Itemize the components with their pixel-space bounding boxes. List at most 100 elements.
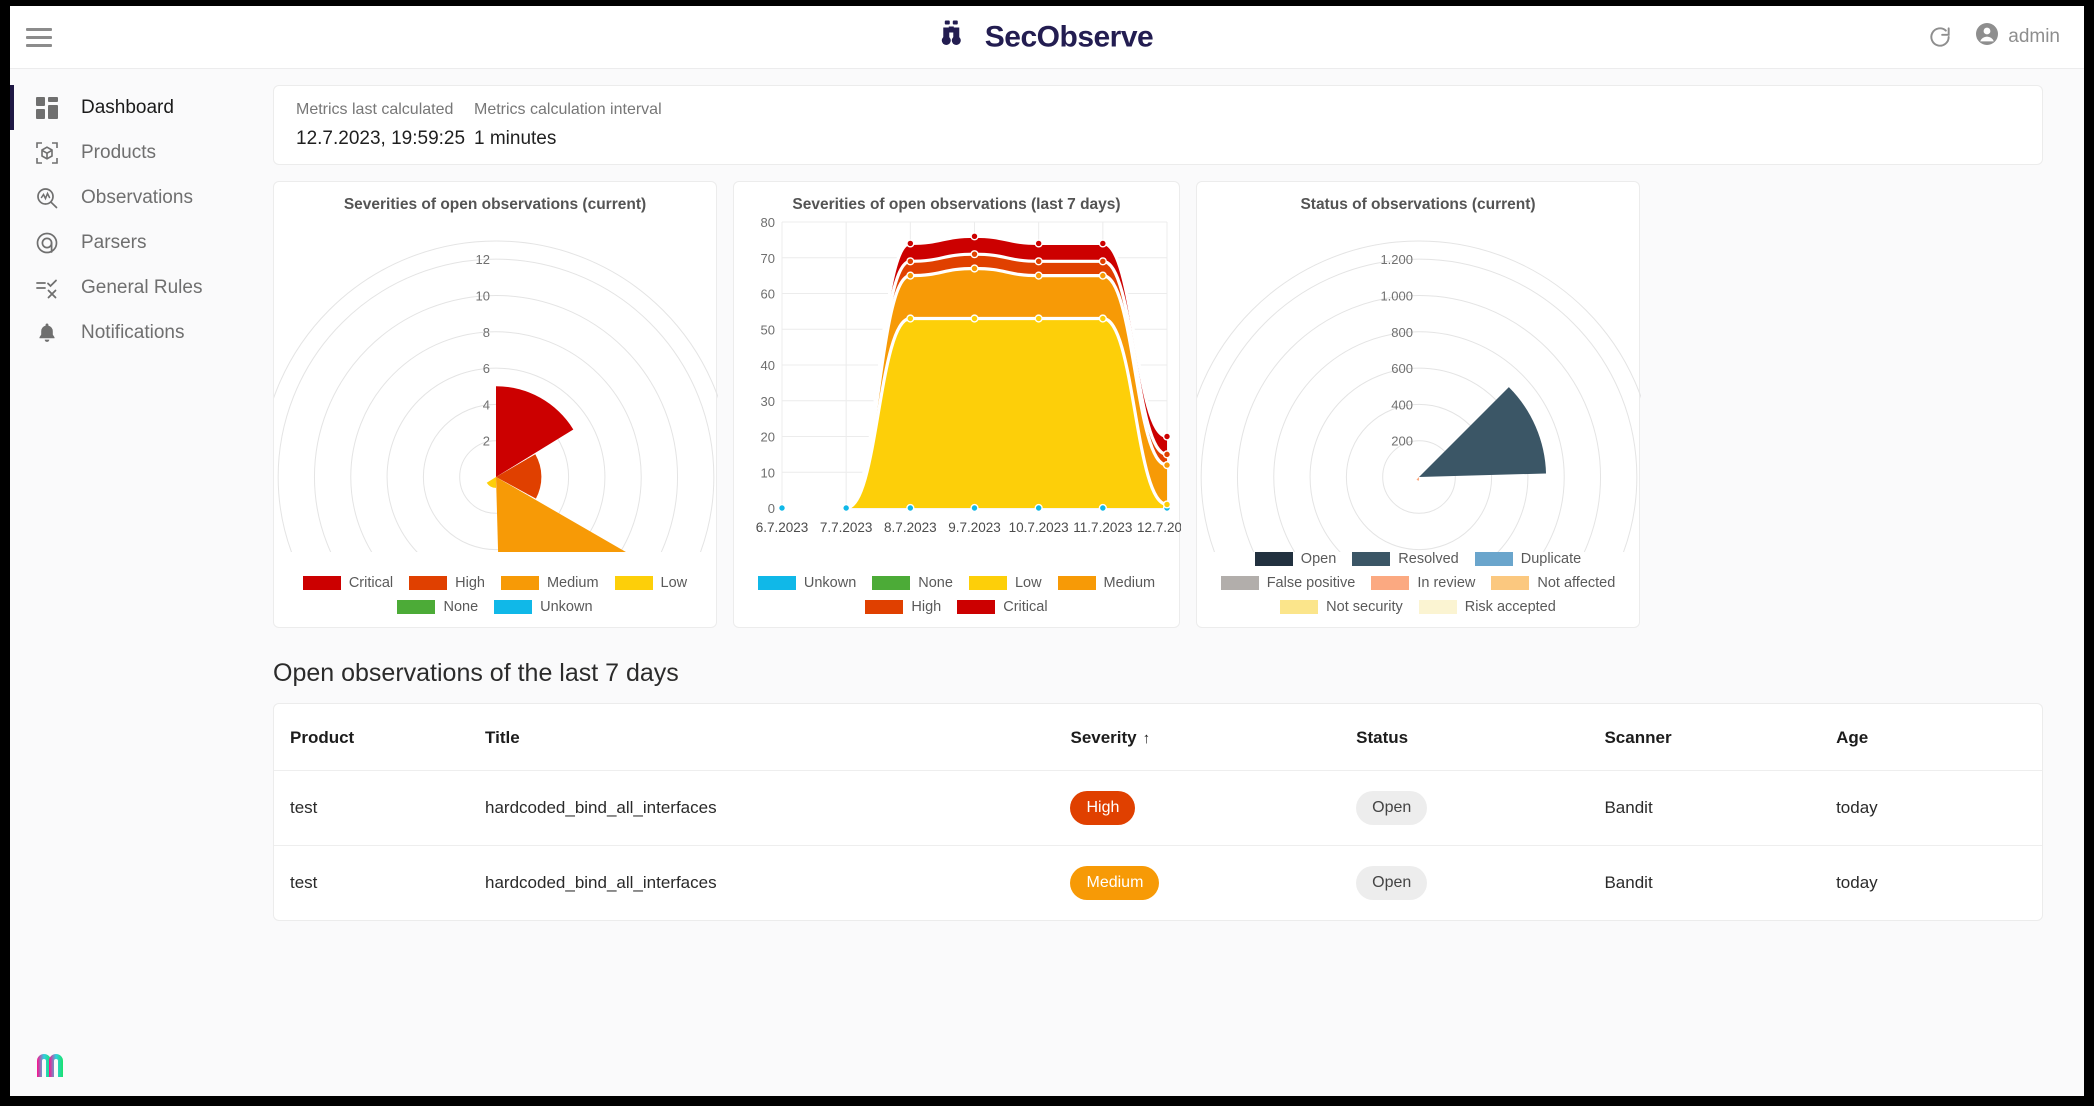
svg-text:9.7.2023: 9.7.2023 [948, 520, 1001, 535]
svg-text:6: 6 [483, 361, 490, 376]
metric-label: Metrics last calculated [296, 101, 474, 119]
svg-text:12: 12 [476, 252, 490, 267]
legend-item[interactable]: Critical [957, 599, 1047, 615]
legend-swatch [969, 576, 1007, 590]
legend-item[interactable]: Risk accepted [1419, 599, 1556, 615]
status-badge[interactable]: Open [1356, 866, 1427, 900]
legend-item[interactable]: Not affected [1491, 575, 1615, 591]
sidebar-item-observations[interactable]: Observations [10, 175, 260, 220]
legend-item[interactable]: Low [615, 575, 688, 591]
legend-item[interactable]: Critical [303, 575, 393, 591]
legend-item[interactable]: Open [1255, 551, 1336, 567]
cell-status: Open [1356, 846, 1604, 921]
stacked-area-svg[interactable]: 010203040506070806.7.20237.7.20238.7.202… [734, 212, 1181, 552]
chart-legend: Open Resolved Duplicate False positive In re… [1197, 551, 1639, 615]
polar-rose-svg[interactable]: 2004006008001.0001.200 [1197, 212, 1641, 552]
chart-severities-current: Severities of open observations (current… [273, 181, 717, 628]
svg-text:10: 10 [476, 288, 490, 303]
chart-plot-area: 24681012 [274, 212, 716, 552]
column-header-scanner[interactable]: Scanner [1604, 704, 1836, 771]
legend-swatch [494, 600, 532, 614]
status-badge[interactable]: Open [1356, 791, 1427, 825]
sidebar-item-general-rules[interactable]: General Rules [10, 265, 260, 310]
legend-swatch [501, 576, 539, 590]
legend-item[interactable]: Medium [1058, 575, 1156, 591]
brand-name: SecObserve [985, 20, 1153, 54]
legend-swatch [1491, 576, 1529, 590]
svg-text:20: 20 [761, 430, 775, 445]
metric-value: 12.7.2023, 19:59:25 [296, 128, 474, 150]
legend-item[interactable]: Low [969, 575, 1042, 591]
legend-swatch [1475, 552, 1513, 566]
table-body: testhardcoded_bind_all_interfacesHighOpe… [274, 771, 2042, 921]
column-header-age[interactable]: Age [1836, 704, 2042, 771]
legend-label: Not security [1326, 599, 1403, 615]
column-header-status[interactable]: Status [1356, 704, 1604, 771]
account-circle-icon [1975, 22, 1999, 52]
legend-item[interactable]: Resolved [1352, 551, 1458, 567]
severity-badge[interactable]: Medium [1070, 866, 1159, 900]
legend-label: High [911, 599, 941, 615]
legend-swatch [1280, 600, 1318, 614]
svg-text:60: 60 [761, 287, 775, 302]
sidebar-item-dashboard[interactable]: Dashboard [10, 85, 260, 130]
main-content: Metrics last calculated 12.7.2023, 19:59… [260, 69, 2084, 1096]
svg-text:7.7.2023: 7.7.2023 [820, 520, 873, 535]
legend-swatch [758, 576, 796, 590]
metric-label: Metrics calculation interval [474, 101, 662, 119]
legend-label: High [455, 575, 485, 591]
sidebar-item-products[interactable]: Products [10, 130, 260, 175]
legend-item[interactable]: Not security [1280, 599, 1403, 615]
legend-item[interactable]: None [397, 599, 478, 615]
legend-swatch [865, 600, 903, 614]
products-cube-icon [33, 139, 60, 166]
svg-text:12.7.2023: 12.7.2023 [1137, 520, 1181, 535]
table-row[interactable]: testhardcoded_bind_all_interfacesHighOpe… [274, 771, 2042, 846]
column-header-title[interactable]: Title [485, 704, 1070, 771]
legend-item[interactable]: Unkown [758, 575, 856, 591]
hamburger-icon[interactable] [26, 28, 52, 47]
cell-product: test [274, 771, 485, 846]
legend-swatch [1352, 552, 1390, 566]
legend-item[interactable]: False positive [1221, 575, 1356, 591]
bell-icon [33, 319, 60, 346]
svg-text:10.7.2023: 10.7.2023 [1009, 520, 1069, 535]
legend-label: Not affected [1537, 575, 1615, 591]
legend-swatch [1371, 576, 1409, 590]
chart-status-current: Status of observations (current) 2004006… [1196, 181, 1640, 628]
table-row[interactable]: testhardcoded_bind_all_interfacesMediumO… [274, 846, 2042, 921]
legend-item[interactable]: High [865, 599, 941, 615]
sidebar: Dashboard Products Observations [10, 69, 260, 1096]
svg-text:80: 80 [761, 215, 775, 230]
chart-plot-area: 010203040506070806.7.20237.7.20238.7.202… [734, 212, 1179, 552]
refresh-icon[interactable] [1927, 24, 1953, 50]
legend-swatch [397, 600, 435, 614]
sidebar-item-parsers[interactable]: Parsers [10, 220, 260, 265]
severity-badge[interactable]: High [1070, 791, 1135, 825]
svg-text:30: 30 [761, 394, 775, 409]
polar-rose-svg[interactable]: 24681012 [274, 212, 718, 552]
observations-table: Product Title Severity↑ Status Scanner A… [273, 703, 2043, 921]
legend-label: In review [1417, 575, 1475, 591]
column-header-product[interactable]: Product [274, 704, 485, 771]
legend-item[interactable]: Unkown [494, 599, 592, 615]
sidebar-item-label: Parsers [81, 232, 146, 254]
app-root: SecObserve admin [10, 6, 2084, 1096]
svg-text:200: 200 [1391, 434, 1413, 449]
legend-item[interactable]: In review [1371, 575, 1475, 591]
svg-text:40: 40 [761, 358, 775, 373]
rules-list-icon [33, 274, 60, 301]
column-header-severity[interactable]: Severity↑ [1070, 704, 1356, 771]
svg-text:0: 0 [768, 501, 775, 516]
sidebar-item-notifications[interactable]: Notifications [10, 310, 260, 355]
cell-scanner: Bandit [1604, 771, 1836, 846]
chart-legend: Unkown None Low Medium High Critical [734, 575, 1179, 615]
legend-item[interactable]: Medium [501, 575, 599, 591]
legend-item[interactable]: High [409, 575, 485, 591]
legend-item[interactable]: None [872, 575, 953, 591]
page-title: Open observations of the last 7 days [273, 659, 2043, 688]
cell-severity: Medium [1070, 846, 1356, 921]
user-menu[interactable]: admin [1975, 22, 2060, 52]
svg-text:1.000: 1.000 [1380, 288, 1413, 303]
legend-item[interactable]: Duplicate [1475, 551, 1581, 567]
